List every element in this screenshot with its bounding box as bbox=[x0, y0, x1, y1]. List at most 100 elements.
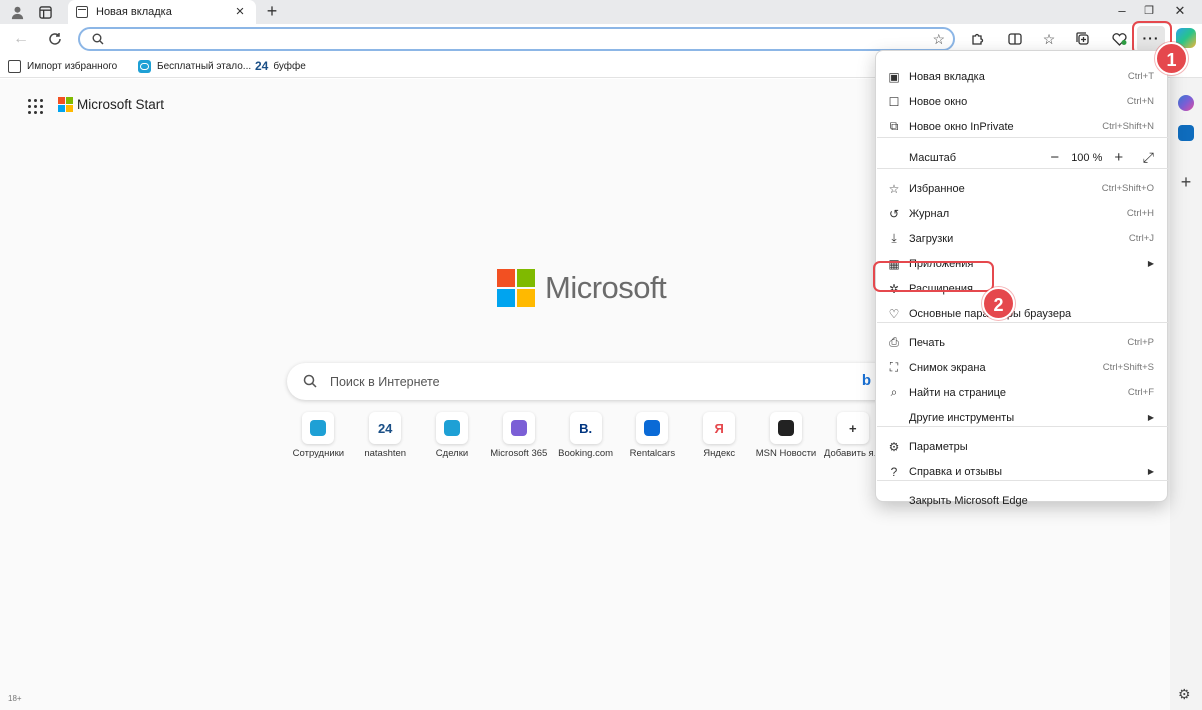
minimize-button[interactable]: – bbox=[1112, 2, 1132, 20]
menu-item[interactable]: ⤓ Загрузки Ctrl+J bbox=[877, 226, 1168, 251]
menu-item-shortcut: Ctrl+P bbox=[1127, 337, 1154, 348]
restore-button[interactable]: ❐ bbox=[1139, 2, 1159, 20]
close-tab-icon[interactable]: × bbox=[232, 4, 248, 20]
menu-item[interactable]: ⎙ Печать Ctrl+P bbox=[877, 330, 1168, 355]
menu-item: Масштаб −100 % + ⤢ bbox=[877, 145, 1168, 170]
collections-icon[interactable] bbox=[1072, 28, 1094, 50]
inprivate-icon: ⧉ bbox=[889, 119, 899, 133]
add-sidebar-app-icon[interactable]: + bbox=[1178, 173, 1194, 191]
fullscreen-icon[interactable]: ⤢ bbox=[1143, 149, 1154, 166]
add-favorite-star-icon[interactable]: ☆ bbox=[932, 31, 945, 48]
microsoft-logo-icon bbox=[58, 97, 73, 112]
quick-link-tile-icon: B. bbox=[569, 412, 602, 444]
menu-item[interactable]: ☐ Новое окно Ctrl+N bbox=[877, 89, 1168, 114]
menu-item-spacer bbox=[887, 494, 901, 508]
microsoft-start-logo[interactable]: Microsoft Start bbox=[58, 97, 164, 112]
edge-sidebar: + ⚙ bbox=[1170, 78, 1202, 710]
settings-icon: ⚙ bbox=[888, 439, 900, 454]
quick-link[interactable]: Сделки bbox=[419, 412, 486, 459]
refresh-button[interactable] bbox=[44, 28, 66, 50]
favorites-icon[interactable]: ☆ bbox=[1038, 28, 1060, 50]
menu-item[interactable]: ⚙ Параметры bbox=[877, 434, 1168, 459]
menu-item-label: Журнал bbox=[909, 207, 950, 220]
extensions-puzzle-icon[interactable] bbox=[966, 28, 988, 50]
bing-icon[interactable]: b bbox=[862, 372, 871, 389]
zoom-out-button[interactable]: − bbox=[1045, 149, 1065, 166]
close-window-button[interactable]: ✕ bbox=[1170, 2, 1190, 20]
split-screen-icon[interactable] bbox=[1004, 28, 1026, 50]
menu-item-shortcut: Ctrl+H bbox=[1126, 208, 1154, 219]
tab-actions-icon[interactable] bbox=[36, 3, 54, 21]
microsoft365-icon[interactable] bbox=[1178, 95, 1194, 111]
menu-item-label: Загрузки bbox=[909, 232, 954, 245]
address-bar[interactable]: ☆ bbox=[78, 27, 955, 51]
quick-link-label: Яндекс bbox=[703, 448, 736, 459]
menu-item[interactable]: ? Справка и отзывы ▶ bbox=[877, 459, 1168, 484]
step-1-badge: 1 bbox=[1155, 42, 1188, 75]
menu-item[interactable]: ☆ Избранное Ctrl+Shift+O bbox=[877, 176, 1168, 201]
menu-item-shortcut: Ctrl+Shift+O bbox=[1101, 183, 1154, 194]
menu-item-label: Другие инструменты bbox=[909, 411, 1015, 424]
menu-item-label: Масштаб bbox=[909, 151, 957, 164]
quick-link-label: MSN Новости bbox=[755, 448, 817, 459]
quick-link[interactable]: B. Booking.com bbox=[552, 412, 619, 459]
menu-item[interactable]: Закрыть Microsoft Edge bbox=[877, 488, 1168, 513]
tab-new-tab[interactable]: Новая вкладка × bbox=[68, 0, 256, 24]
find-icon: ⌕ bbox=[890, 385, 898, 399]
menu-item-shortcut: Ctrl+Shift+N bbox=[1102, 121, 1154, 132]
quick-link[interactable]: Я Яндекс bbox=[686, 412, 753, 459]
profile-icon[interactable] bbox=[8, 3, 26, 21]
submenu-arrow-icon: ▶ bbox=[1147, 259, 1154, 268]
menu-item-label: Избранное bbox=[909, 182, 965, 195]
favorites-item-label: Бесплатный этало... bbox=[157, 60, 252, 72]
quick-link[interactable]: Сотрудники bbox=[285, 412, 352, 459]
quick-link[interactable]: Rentalcars bbox=[619, 412, 686, 459]
quick-link[interactable]: 24 natashten bbox=[352, 412, 419, 459]
menu-item[interactable]: ⛶ Снимок экрана Ctrl+Shift+S bbox=[877, 355, 1168, 380]
back-button[interactable]: ← bbox=[10, 28, 32, 50]
tab-title: Новая вкладка bbox=[96, 6, 172, 18]
menu-item[interactable]: Другие инструменты ▶ bbox=[877, 405, 1168, 430]
new-tab-page-icon bbox=[76, 6, 88, 18]
menu-item-label: Снимок экрана bbox=[909, 361, 986, 374]
quick-link-tile-icon bbox=[302, 412, 335, 444]
new-tab-button[interactable]: + bbox=[262, 2, 282, 22]
zoom-in-button[interactable]: + bbox=[1109, 149, 1129, 166]
outlook-icon[interactable] bbox=[1178, 125, 1194, 141]
quick-link[interactable]: Microsoft 365 bbox=[485, 412, 552, 459]
zoom-controls: −100 % + ⤢ bbox=[1045, 149, 1154, 166]
age-rating-label: 18+ bbox=[8, 694, 22, 703]
help-icon: ? bbox=[890, 464, 898, 479]
menu-item-spacer bbox=[887, 411, 901, 425]
menu-item[interactable]: ⧉ Новое окно InPrivate Ctrl+Shift+N bbox=[877, 114, 1168, 139]
menu-item[interactable]: ▣ Новая вкладка Ctrl+T bbox=[877, 64, 1168, 89]
menu-item-spacer bbox=[887, 151, 901, 165]
favorites-item-buffe[interactable]: 24 буффе bbox=[255, 58, 306, 74]
favorites-item-import[interactable]: Импорт избранного bbox=[8, 58, 117, 74]
favorites-item-label: Импорт избранного bbox=[27, 60, 118, 72]
menu-item[interactable]: ♡ Основные параметры браузера bbox=[877, 301, 1168, 326]
favorites-icon: ☆ bbox=[888, 181, 900, 196]
menu-item-label: Новая вкладка bbox=[909, 70, 985, 83]
menu-item[interactable]: ↺ Журнал Ctrl+H bbox=[877, 201, 1168, 226]
sidebar-settings-gear-icon[interactable]: ⚙ bbox=[1178, 686, 1191, 703]
menu-item-label: Справка и отзывы bbox=[909, 465, 1003, 478]
microsoft-logo-icon bbox=[497, 269, 535, 307]
menu-item-label: Параметры bbox=[909, 440, 968, 453]
microsoft-brand: Microsoft bbox=[497, 269, 667, 307]
menu-item[interactable]: ⌕ Найти на странице Ctrl+F bbox=[877, 380, 1168, 405]
quick-link-label: Сделки bbox=[435, 448, 469, 459]
print-icon: ⎙ bbox=[889, 335, 899, 349]
cloud-icon bbox=[138, 59, 151, 73]
web-search-input[interactable] bbox=[330, 372, 830, 391]
browser-essentials-icon[interactable] bbox=[1108, 28, 1130, 50]
quick-link-tile-icon: + bbox=[836, 412, 869, 444]
quick-link[interactable]: MSN Новости bbox=[753, 412, 820, 459]
quick-link-label: natashten bbox=[364, 448, 407, 459]
web-search-box[interactable]: b bbox=[287, 363, 897, 400]
menu-item-label: Новое окно bbox=[909, 95, 968, 108]
quick-link-label: Сотрудники bbox=[292, 448, 345, 459]
app-launcher-icon[interactable] bbox=[28, 99, 43, 114]
menu-item-label: Найти на странице bbox=[909, 386, 1006, 399]
favorites-item-etalon[interactable]: Бесплатный этало... bbox=[138, 58, 251, 74]
